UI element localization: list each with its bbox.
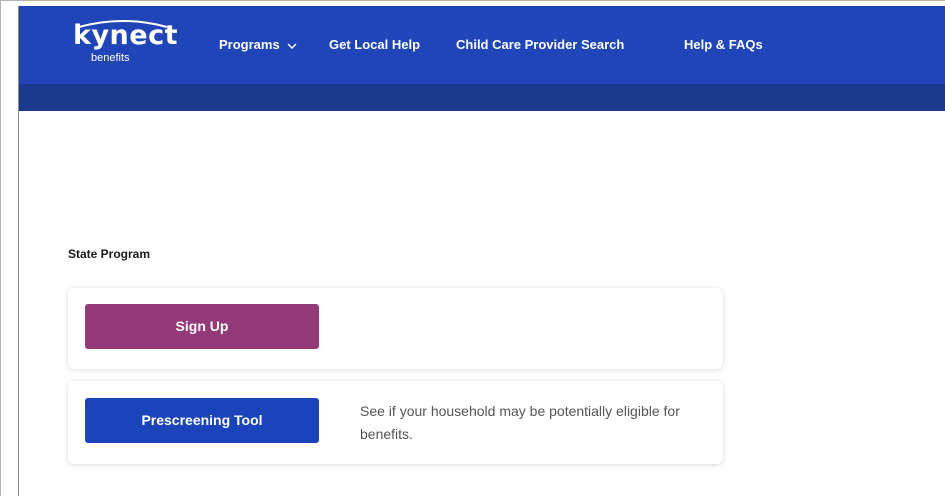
prescreening-description: See if your household may be potentially… xyxy=(360,403,680,442)
kynect-benefits-logo[interactable]: kynect benefits xyxy=(73,20,178,71)
logo-subtitle: benefits xyxy=(91,52,130,64)
signup-card: Sign Up xyxy=(68,288,723,369)
nav-help-faqs[interactable]: Help & FAQs xyxy=(684,37,763,53)
nav-programs-label: Programs xyxy=(219,37,280,52)
section-title: State Program xyxy=(68,247,151,261)
prescreening-card: Prescreening Tool See if your household … xyxy=(68,381,723,464)
logo-wordmark: kynect xyxy=(73,20,179,51)
nav-programs[interactable]: Programs xyxy=(219,37,297,54)
nav-child-care-provider-search[interactable]: Child Care Provider Search xyxy=(456,37,624,53)
nav-get-local-help[interactable]: Get Local Help xyxy=(329,37,420,53)
sign-up-button[interactable]: Sign Up xyxy=(85,304,319,349)
chevron-down-icon xyxy=(287,38,297,54)
page: kynect benefits Programs Get Local Help … xyxy=(0,0,945,496)
prescreening-tool-button[interactable]: Prescreening Tool xyxy=(85,398,319,443)
secondary-bar xyxy=(19,84,945,111)
